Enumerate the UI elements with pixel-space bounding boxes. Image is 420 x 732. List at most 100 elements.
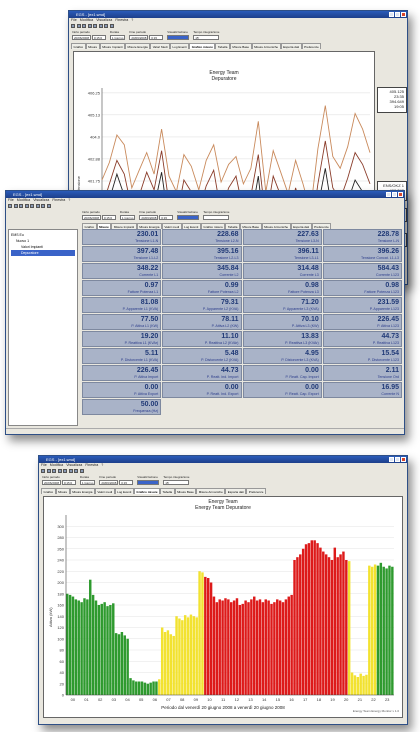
minimize-icon[interactable]: [389, 457, 394, 462]
maximize-icon[interactable]: [392, 192, 397, 197]
end-date-input[interactable]: 20/06/2008: [129, 35, 149, 40]
tab-esporta-dati[interactable]: Esporta dati: [225, 488, 247, 494]
duration-select[interactable]: 1 Giorno: [119, 215, 136, 220]
menu-visualizza[interactable]: Visualizza: [33, 198, 49, 203]
cut-icon[interactable]: [30, 204, 34, 208]
tab-tabella[interactable]: Tabella: [215, 43, 230, 49]
window-titlebar[interactable]: EGS - [ex1.wnd]: [39, 456, 407, 463]
new-icon[interactable]: [41, 469, 45, 473]
start-date-input[interactable]: 20/06/2008: [42, 480, 62, 485]
menu-file[interactable]: File: [8, 198, 14, 203]
cut-icon[interactable]: [93, 24, 97, 28]
end-date-input[interactable]: 20/06/2008: [99, 480, 119, 485]
tab-misure-base[interactable]: Misure Base: [229, 43, 252, 49]
tab-misure-energia[interactable]: Misure Energia: [69, 488, 95, 494]
menu-help[interactable]: ?: [68, 198, 70, 203]
maximize-icon[interactable]: [395, 457, 400, 462]
close-icon[interactable]: [398, 192, 403, 197]
help-icon[interactable]: [46, 204, 51, 208]
menu-finestra[interactable]: Finestra: [52, 198, 65, 203]
duration-select[interactable]: 1 Giorno: [79, 480, 96, 485]
tab-preferenze[interactable]: Preferenze: [301, 43, 322, 49]
maximize-icon[interactable]: [395, 12, 400, 17]
view-select[interactable]: [137, 480, 160, 485]
bar: [189, 614, 193, 695]
window-titlebar[interactable]: EGS - [ex1.wnd]: [69, 11, 407, 18]
tab-grafico[interactable]: Grafico: [41, 488, 56, 494]
save-icon[interactable]: [52, 469, 56, 473]
view-select[interactable]: [167, 35, 190, 40]
tab-misure-impianti[interactable]: Misure Impianti: [99, 43, 126, 49]
tab-grafico[interactable]: Grafico: [71, 43, 86, 49]
paste-icon[interactable]: [41, 204, 45, 208]
menu-file[interactable]: File: [71, 18, 77, 23]
minimize-icon[interactable]: [389, 12, 394, 17]
menu-visualizza[interactable]: Visualizza: [66, 463, 82, 468]
tab-esporta-dati[interactable]: Esporta dati: [280, 43, 302, 49]
tab-tabella[interactable]: Tabella: [160, 488, 175, 494]
print-icon[interactable]: [24, 204, 29, 208]
integration-select[interactable]: [203, 215, 230, 220]
end-date-input[interactable]: 20/06/2008: [139, 215, 159, 220]
tab-grafico-misure[interactable]: Grafico misure: [189, 43, 216, 49]
paste-icon[interactable]: [74, 469, 78, 473]
copy-icon[interactable]: [68, 469, 73, 473]
menu-help[interactable]: ?: [131, 18, 133, 23]
menu-modifica[interactable]: Modifica: [17, 198, 30, 203]
tab-log-eventi[interactable]: Log Eventi: [170, 43, 190, 49]
view-select[interactable]: [177, 215, 200, 220]
tab-misure-energia[interactable]: Misure Energia: [125, 43, 151, 49]
end-time-input[interactable]: 0:15: [149, 35, 164, 40]
menu-file[interactable]: File: [41, 463, 47, 468]
menu-finestra[interactable]: Finestra: [115, 18, 128, 23]
tab-misure[interactable]: Misure: [55, 488, 70, 494]
bar: [68, 594, 72, 696]
menu-visualizza[interactable]: Visualizza: [96, 18, 112, 23]
tab-grafico-misure[interactable]: Grafico misure: [133, 488, 161, 494]
tab-valori-medi[interactable]: Valori medi: [94, 488, 115, 494]
start-date-input[interactable]: 20/06/2008: [72, 35, 92, 40]
copy-icon[interactable]: [35, 204, 40, 208]
end-time-input[interactable]: 0:15: [119, 480, 134, 485]
duration-select[interactable]: 1 Giorno: [109, 35, 126, 40]
new-icon[interactable]: [8, 204, 12, 208]
start-time-input[interactable]: 0:15:0: [61, 480, 76, 485]
menu-modifica[interactable]: Modifica: [50, 463, 63, 468]
copy-icon[interactable]: [98, 24, 103, 28]
y-tick-label: 240: [57, 558, 64, 563]
tab-log-eventi[interactable]: Log Eventi: [114, 488, 134, 494]
tab-misure-base[interactable]: Misure Base: [174, 488, 197, 494]
tab-misure-armoniche[interactable]: Misure Armoniche: [251, 43, 281, 49]
start-time-input[interactable]: 0:15:0: [101, 215, 116, 220]
print-icon[interactable]: [87, 24, 92, 28]
print-icon[interactable]: [57, 469, 62, 473]
start-date-input[interactable]: 20/06/2008: [82, 215, 102, 220]
end-time-input[interactable]: 0:15: [159, 215, 174, 220]
menu-finestra[interactable]: Finestra: [85, 463, 98, 468]
close-icon[interactable]: [401, 12, 406, 17]
integration-select[interactable]: 15': [163, 480, 190, 485]
menu-modifica[interactable]: Modifica: [80, 18, 93, 23]
save-icon[interactable]: [19, 204, 23, 208]
cut-icon[interactable]: [63, 469, 67, 473]
close-icon[interactable]: [401, 457, 406, 462]
minimize-icon[interactable]: [386, 192, 391, 197]
open-icon[interactable]: [76, 24, 81, 28]
help-icon[interactable]: [79, 469, 84, 473]
tab-misure-armoniche[interactable]: Misure Armoniche: [196, 488, 226, 494]
menu-help[interactable]: ?: [101, 463, 103, 468]
tab-valori-medi[interactable]: Valori Medi: [150, 43, 171, 49]
save-icon[interactable]: [82, 24, 86, 28]
help-icon[interactable]: [109, 24, 114, 28]
new-icon[interactable]: [71, 24, 75, 28]
tab-preferenze[interactable]: Preferenze: [246, 488, 266, 494]
window-titlebar[interactable]: EGS - [ex1.wnd]: [6, 191, 404, 198]
open-icon[interactable]: [13, 204, 18, 208]
tab-misure[interactable]: Misure: [85, 43, 100, 49]
tree-node-selected[interactable]: Depuratore: [11, 250, 75, 256]
open-icon[interactable]: [46, 469, 51, 473]
integration-select[interactable]: 15': [193, 35, 220, 40]
paste-icon[interactable]: [104, 24, 108, 28]
start-time-input[interactable]: 0:15:0: [91, 35, 106, 40]
measurement-value: 396.11: [297, 247, 319, 255]
